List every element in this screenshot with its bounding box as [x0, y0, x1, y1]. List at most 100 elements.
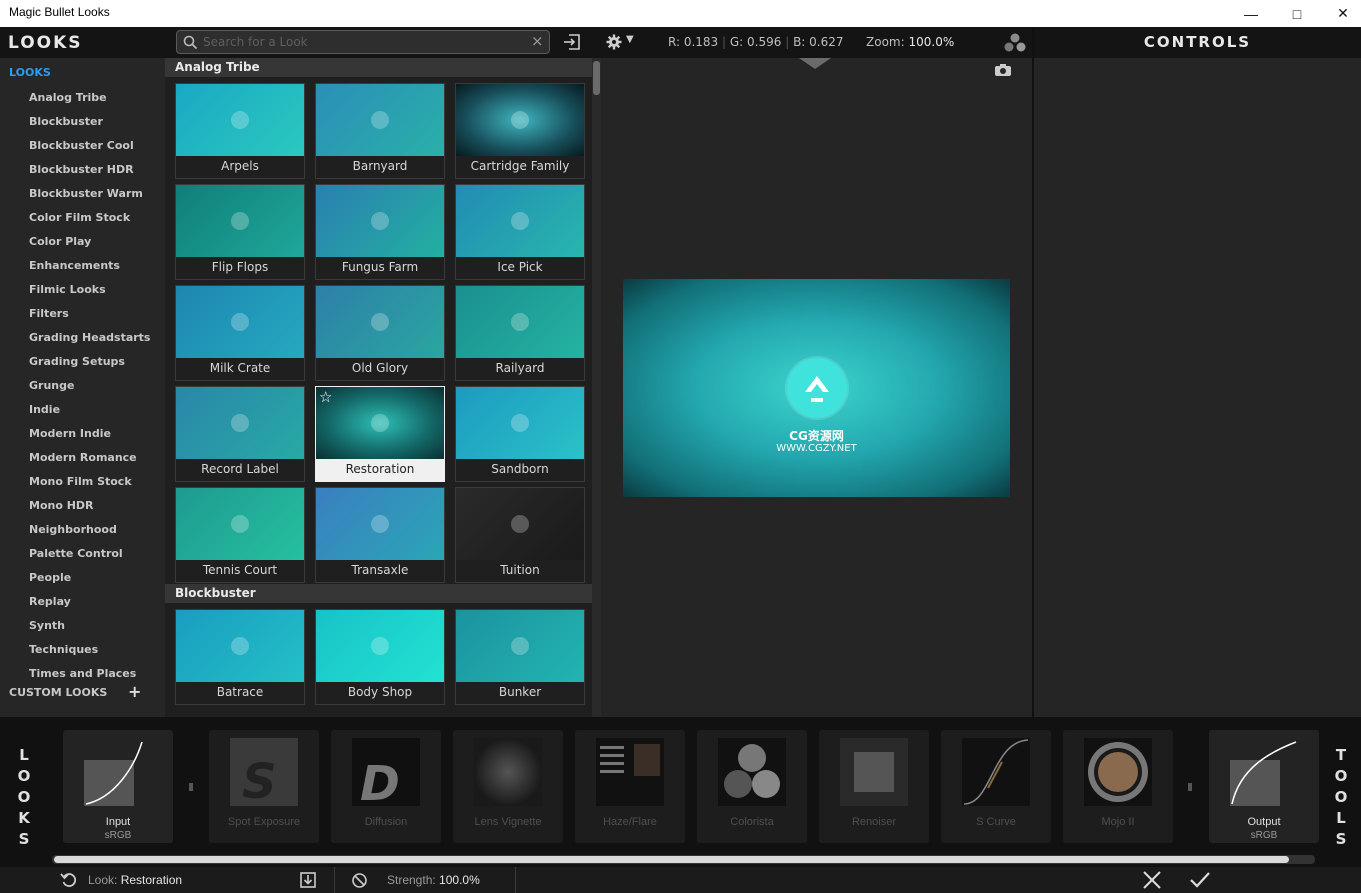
look-card[interactable]: Record Label: [175, 386, 305, 482]
sidebar-item-category[interactable]: Blockbuster: [0, 113, 165, 137]
chain-scrollbar-thumb[interactable]: [54, 856, 1289, 863]
svg-text:S: S: [242, 754, 277, 806]
tool-output[interactable]: Output sRGB: [1209, 730, 1319, 843]
sidebar-item-category[interactable]: Color Play: [0, 233, 165, 257]
maximize-icon[interactable]: □: [1274, 0, 1320, 27]
look-name: Tennis Court: [202, 563, 278, 577]
chain-scrollbar[interactable]: [52, 855, 1315, 864]
look-card[interactable]: Fungus Farm: [315, 184, 445, 280]
look-thumbnail: [316, 84, 444, 156]
looks-row: Tennis Court Transaxle Tuition: [165, 481, 592, 583]
watermark-url: WWW.CGZY.NET: [776, 443, 857, 454]
tool-input[interactable]: Input sRGB: [63, 730, 173, 843]
clear-search-icon[interactable]: ×: [531, 32, 544, 50]
add-custom-look-button[interactable]: +: [128, 682, 141, 701]
look-card[interactable]: Bunker: [455, 609, 585, 705]
sidebar-item-category[interactable]: Mono HDR: [0, 497, 165, 521]
color-view-icon[interactable]: [1002, 33, 1028, 53]
tool-mojo-ii[interactable]: Mojo II: [1063, 730, 1173, 843]
sidebar-item-category[interactable]: Filters: [0, 305, 165, 329]
settings-gear-icon[interactable]: [606, 34, 622, 50]
renoiser-icon: [840, 738, 908, 806]
sidebar-item-category[interactable]: Neighborhood: [0, 521, 165, 545]
look-thumbnail: [456, 84, 584, 156]
look-card[interactable]: Body Shop: [315, 609, 445, 705]
snapshot-camera-icon[interactable]: [994, 63, 1012, 77]
settings-dropdown-icon[interactable]: ▼: [626, 34, 634, 45]
close-window-icon[interactable]: ✕: [1320, 0, 1361, 27]
thumbnail-logo-icon: [231, 111, 249, 129]
apply-check-icon[interactable]: [1189, 870, 1211, 890]
sidebar-item-category[interactable]: Blockbuster HDR: [0, 161, 165, 185]
tool-colorista[interactable]: Colorista: [697, 730, 807, 843]
search-box[interactable]: ×: [176, 30, 550, 54]
look-card[interactable]: Railyard: [455, 285, 585, 381]
look-card[interactable]: ☆ Restoration: [315, 386, 445, 482]
thumbnail-logo-icon: [511, 212, 529, 230]
s-curve-icon: [962, 738, 1030, 806]
look-card[interactable]: Old Glory: [315, 285, 445, 381]
tools-tab[interactable]: TOOLS: [1331, 745, 1351, 850]
sidebar-item-category[interactable]: Mono Film Stock: [0, 473, 165, 497]
tool-haze-flare[interactable]: Haze/Flare: [575, 730, 685, 843]
sidebar-item-category[interactable]: Filmic Looks: [0, 281, 165, 305]
tool-name: S Curve: [976, 816, 1016, 828]
look-card[interactable]: Barnyard: [315, 83, 445, 179]
sidebar-item-category[interactable]: People: [0, 569, 165, 593]
save-look-icon[interactable]: [299, 871, 317, 889]
look-card[interactable]: Batrace: [175, 609, 305, 705]
sidebar-item-category[interactable]: Palette Control: [0, 545, 165, 569]
reset-icon[interactable]: [60, 871, 78, 889]
tool-name: Input: [105, 816, 131, 828]
sidebar-item-category[interactable]: Modern Indie: [0, 425, 165, 449]
tool-s-curve[interactable]: S Curve: [941, 730, 1051, 843]
tool-diffusion[interactable]: D Diffusion: [331, 730, 441, 843]
tool-renoiser[interactable]: Renoiser: [819, 730, 929, 843]
category-header[interactable]: Blockbuster: [165, 584, 592, 603]
grid-scrollbar[interactable]: [592, 58, 601, 717]
tab-letter: O: [17, 767, 31, 785]
sidebar-item-category[interactable]: Grading Headstarts: [0, 329, 165, 353]
export-icon[interactable]: [562, 33, 582, 51]
image-viewer[interactable]: CG资源网 WWW.CGZY.NET: [601, 58, 1032, 717]
collapse-arrow-icon[interactable]: [799, 58, 831, 70]
sidebar-item-category[interactable]: Blockbuster Warm: [0, 185, 165, 209]
output-curve-icon: [1230, 738, 1298, 806]
tool-spot-exposure[interactable]: S Spot Exposure: [209, 730, 319, 843]
strength-readout[interactable]: Strength: 100.0%: [387, 873, 480, 887]
zoom-readout[interactable]: Zoom: 100.0%: [866, 35, 954, 49]
sidebar-item-category[interactable]: Synth: [0, 617, 165, 641]
sidebar-item-category[interactable]: Enhancements: [0, 257, 165, 281]
look-card[interactable]: Milk Crate: [175, 285, 305, 381]
sidebar-item-category[interactable]: Modern Romance: [0, 449, 165, 473]
minimize-icon[interactable]: —: [1228, 0, 1274, 27]
tool-lens-vignette[interactable]: Lens Vignette: [453, 730, 563, 843]
sidebar-item-category[interactable]: Grunge: [0, 377, 165, 401]
look-card[interactable]: Arpels: [175, 83, 305, 179]
sidebar-item-category[interactable]: Grading Setups: [0, 353, 165, 377]
looks-section-label[interactable]: LOOKS: [0, 58, 165, 89]
look-card[interactable]: Ice Pick: [455, 184, 585, 280]
search-input[interactable]: [203, 34, 523, 50]
sidebar-item-category[interactable]: Replay: [0, 593, 165, 617]
look-card[interactable]: Flip Flops: [175, 184, 305, 280]
sidebar-item-category[interactable]: Color Film Stock: [0, 209, 165, 233]
look-card[interactable]: Tuition: [455, 487, 585, 583]
grid-scrollbar-thumb[interactable]: [593, 61, 600, 95]
look-card[interactable]: Cartridge Family: [455, 83, 585, 179]
favorite-star-icon[interactable]: ☆: [319, 388, 332, 406]
sidebar-item-category[interactable]: Indie: [0, 401, 165, 425]
look-card[interactable]: Transaxle: [315, 487, 445, 583]
custom-looks-label[interactable]: CUSTOM LOOKS: [9, 686, 107, 699]
cancel-icon[interactable]: [1142, 870, 1162, 890]
sidebar-item-category[interactable]: Techniques: [0, 641, 165, 665]
viewer-toolbar: ▼ R: 0.183 | G: 0.596 | B: 0.627 Zoom: 1…: [601, 27, 1032, 58]
tab-letter: O: [1334, 767, 1348, 785]
sidebar-item-category[interactable]: Blockbuster Cool: [0, 137, 165, 161]
sidebar-item-category[interactable]: Analog Tribe: [0, 89, 165, 113]
look-card[interactable]: Tennis Court: [175, 487, 305, 583]
looks-tab[interactable]: LOOKS: [14, 745, 34, 850]
category-header[interactable]: Analog Tribe: [165, 58, 592, 77]
bypass-icon[interactable]: [351, 872, 368, 889]
look-card[interactable]: Sandborn: [455, 386, 585, 482]
